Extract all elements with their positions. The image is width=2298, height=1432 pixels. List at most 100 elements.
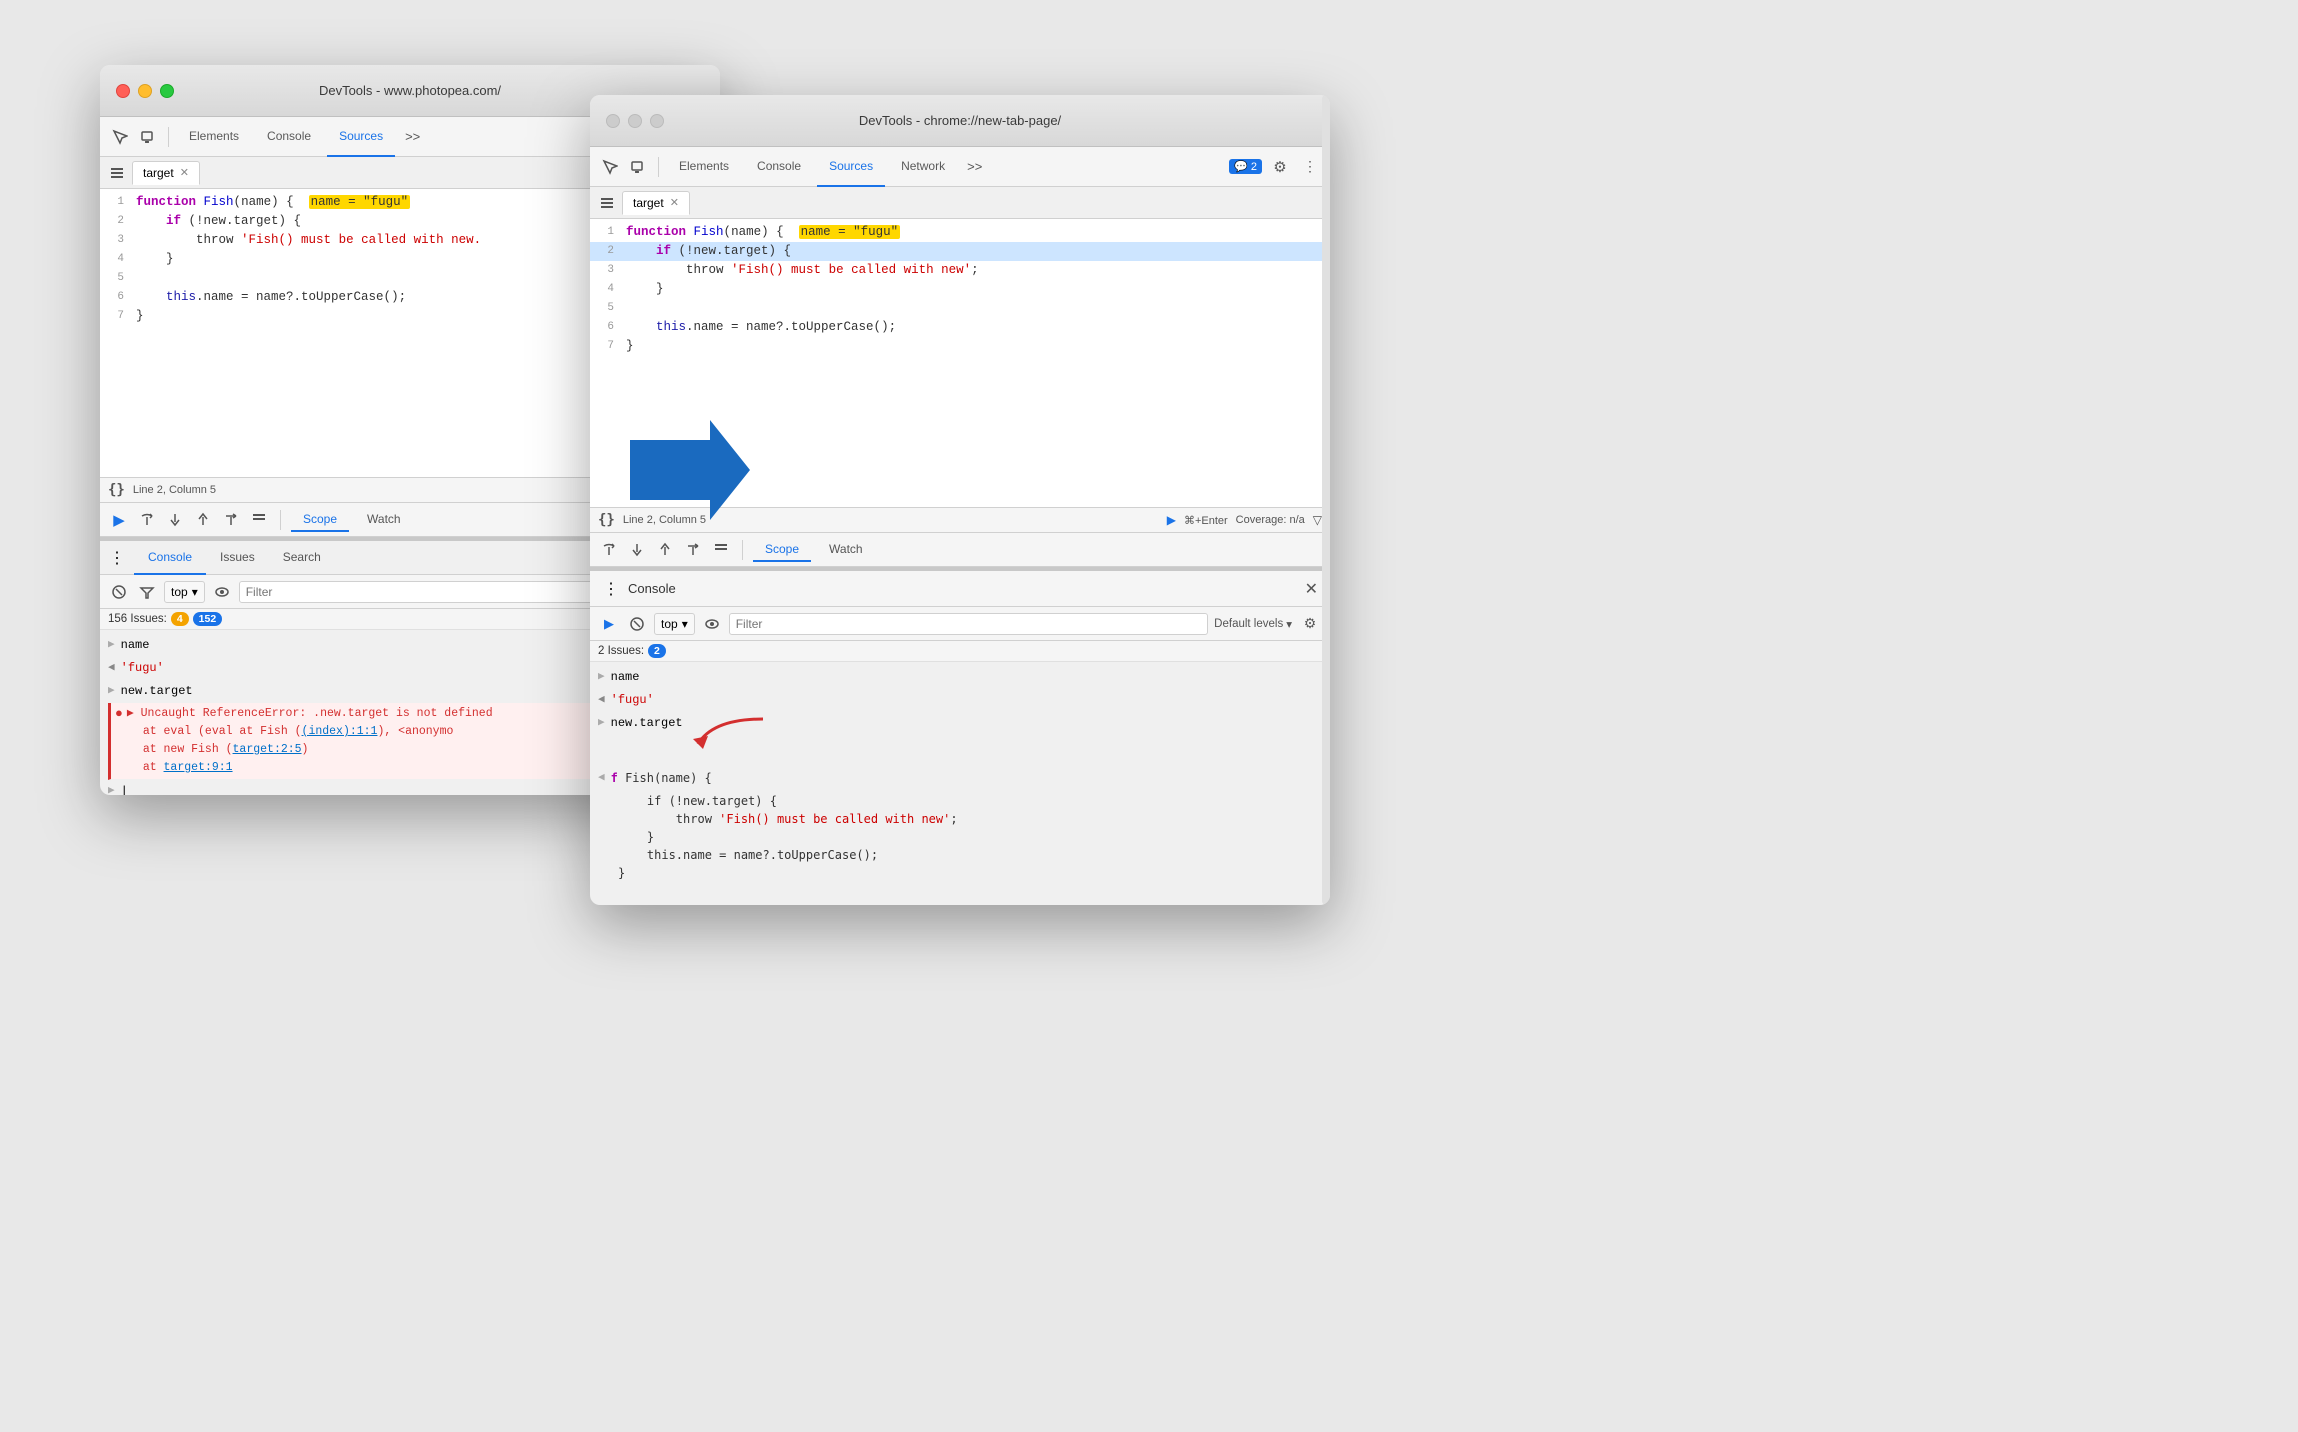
scrollbar-2[interactable] xyxy=(1322,95,1330,905)
tab-search-1[interactable]: Search xyxy=(269,541,335,575)
more-icon-2[interactable]: ⋮ xyxy=(1298,155,1322,179)
deactivate-btn-2[interactable] xyxy=(710,539,732,561)
error-container-1: ▶ Uncaught ReferenceError: .new.target i… xyxy=(127,705,493,777)
yellow-badge-1: 4 xyxy=(171,612,189,626)
more-tabs-2[interactable]: >> xyxy=(961,159,988,174)
watch-tab-2[interactable]: Watch xyxy=(817,538,875,562)
file-tab-label-1: target xyxy=(143,166,174,180)
deactivate-btn-1[interactable] xyxy=(248,509,270,531)
issues-count-2: 2 Issues: xyxy=(598,645,644,657)
top-selector-2[interactable]: top ▾ xyxy=(654,613,695,635)
status-right-2: ▶ ⌘+Enter Coverage: n/a ▽ xyxy=(1167,513,1322,527)
maximize-button[interactable] xyxy=(160,84,174,98)
console-code-block-2: if (!new.target) { throw 'Fish() must be… xyxy=(598,790,1322,885)
code-block-line-2: throw 'Fish() must be called with new'; xyxy=(618,810,958,828)
console-menu-2[interactable]: ⋮ xyxy=(602,580,620,598)
clear-console-1[interactable] xyxy=(108,581,130,603)
console-row-fugu-2: ◀ 'fugu' xyxy=(598,689,1322,712)
code-block-line-6: } xyxy=(618,864,625,882)
tab-network-2[interactable]: Network xyxy=(889,147,957,187)
step-btn-2[interactable] xyxy=(682,539,704,561)
console-header-2: ⋮ Console ✕ xyxy=(590,571,1330,607)
console-menu-1[interactable]: ⋮ xyxy=(108,549,126,567)
error-main-1: ▶ Uncaught ReferenceError: .new.target i… xyxy=(127,705,493,723)
tab-sources-2[interactable]: Sources xyxy=(817,147,885,187)
console-row-name-2: ▶ name xyxy=(598,666,1322,689)
close-btn-2[interactable] xyxy=(606,114,620,128)
run-icon-2[interactable]: ▶ xyxy=(1167,513,1176,527)
more-tabs-1[interactable]: >> xyxy=(399,129,426,144)
sidebar-toggle-1[interactable] xyxy=(108,164,126,182)
console-newtarget-1: new.target xyxy=(121,682,193,700)
console-fish-2: f Fish(name) { xyxy=(611,769,712,787)
code-line-2-3: 3 throw 'Fish() must be called with new'… xyxy=(590,261,1330,280)
code-line-2-5: 5 xyxy=(590,299,1330,318)
code-line-2-2: 2 if (!new.target) { xyxy=(590,242,1330,261)
device-icon[interactable] xyxy=(136,125,160,149)
code-block-line-1: if (!new.target) { xyxy=(618,792,777,810)
top-selector-1[interactable]: top ▾ xyxy=(164,581,205,603)
error-link-2[interactable]: target:2:5 xyxy=(233,743,302,756)
clear-console-2[interactable] xyxy=(626,613,648,635)
tab-console-2[interactable]: Console xyxy=(745,147,813,187)
coverage-btn-2[interactable]: ▽ xyxy=(1313,513,1322,527)
error-link-1[interactable]: (index):1:1 xyxy=(302,725,378,738)
filter-box-2[interactable] xyxy=(729,613,1208,635)
file-tab-1[interactable]: target ✕ xyxy=(132,161,200,185)
tab-console-1[interactable]: Console xyxy=(255,117,323,157)
console-section-2: ⋮ Console ✕ ▶ top ▾ Default levels ▾ xyxy=(590,571,1330,905)
settings-console-2[interactable]: ⚙ xyxy=(1298,612,1322,636)
levels-label-2: Default levels xyxy=(1214,618,1283,630)
blue-arrow-annotation xyxy=(630,420,750,525)
status-position-1: Line 2, Column 5 xyxy=(133,484,216,496)
error-detail-3: at target:9:1 xyxy=(127,759,493,777)
file-close-1[interactable]: ✕ xyxy=(180,166,189,179)
coverage-label-2: Coverage: n/a xyxy=(1236,514,1305,526)
run-console-2[interactable]: ▶ xyxy=(598,613,620,635)
console-close-2[interactable]: ✕ xyxy=(1305,579,1318,599)
step-btn-1[interactable] xyxy=(220,509,242,531)
tab-issues-1[interactable]: Issues xyxy=(206,541,269,575)
step-out-btn-2[interactable] xyxy=(654,539,676,561)
min-btn-2[interactable] xyxy=(628,114,642,128)
top-label-1: top xyxy=(171,585,188,599)
resume-btn-1[interactable]: ▶ xyxy=(108,509,130,531)
settings-icon-2[interactable]: ⚙ xyxy=(1268,155,1292,179)
issues-badge-2: 2 Issues: 2 xyxy=(590,641,1330,662)
tab-elements-1[interactable]: Elements xyxy=(177,117,251,157)
inspect-icon[interactable] xyxy=(108,125,132,149)
close-button[interactable] xyxy=(116,84,130,98)
sidebar-toggle-2[interactable] xyxy=(598,194,616,212)
filter-input-2[interactable] xyxy=(736,617,1201,631)
device-icon-2[interactable] xyxy=(626,155,650,179)
file-close-2[interactable]: ✕ xyxy=(670,196,679,209)
code-line-2-1: 1 function Fish(name) { name = "fugu" xyxy=(590,223,1330,242)
minimize-button[interactable] xyxy=(138,84,152,98)
step-out-btn-1[interactable] xyxy=(192,509,214,531)
error-link-3[interactable]: target:9:1 xyxy=(164,761,233,774)
traffic-lights-2 xyxy=(606,114,664,128)
step-into-btn-2[interactable] xyxy=(626,539,648,561)
filter-icon-1[interactable] xyxy=(136,581,158,603)
tab-sources-1[interactable]: Sources xyxy=(327,117,395,157)
filter-box-1[interactable] xyxy=(239,581,628,603)
file-tab-2[interactable]: target ✕ xyxy=(622,191,690,215)
filter-input-1[interactable] xyxy=(246,585,621,599)
tab-console-bottom-1[interactable]: Console xyxy=(134,541,206,575)
step-over-btn-1[interactable] xyxy=(136,509,158,531)
main-toolbar-2: Elements Console Sources Network >> 💬 2 … xyxy=(590,147,1330,187)
levels-dropdown-2[interactable]: Default levels ▾ xyxy=(1214,617,1292,631)
sep-2 xyxy=(658,157,659,177)
tab-elements-2[interactable]: Elements xyxy=(667,147,741,187)
step-over-btn-2[interactable] xyxy=(598,539,620,561)
scope-tab-2[interactable]: Scope xyxy=(753,538,811,562)
max-btn-2[interactable] xyxy=(650,114,664,128)
step-into-btn-1[interactable] xyxy=(164,509,186,531)
top-arrow-2: ▾ xyxy=(682,617,688,631)
code-line-2-6: 6 this.name = name?.toUpperCase(); xyxy=(590,318,1330,337)
eye-icon-1[interactable] xyxy=(211,581,233,603)
inspect-icon-2[interactable] xyxy=(598,155,622,179)
scope-tab-1[interactable]: Scope xyxy=(291,508,349,532)
eye-icon-2[interactable] xyxy=(701,613,723,635)
watch-tab-1[interactable]: Watch xyxy=(355,508,413,532)
